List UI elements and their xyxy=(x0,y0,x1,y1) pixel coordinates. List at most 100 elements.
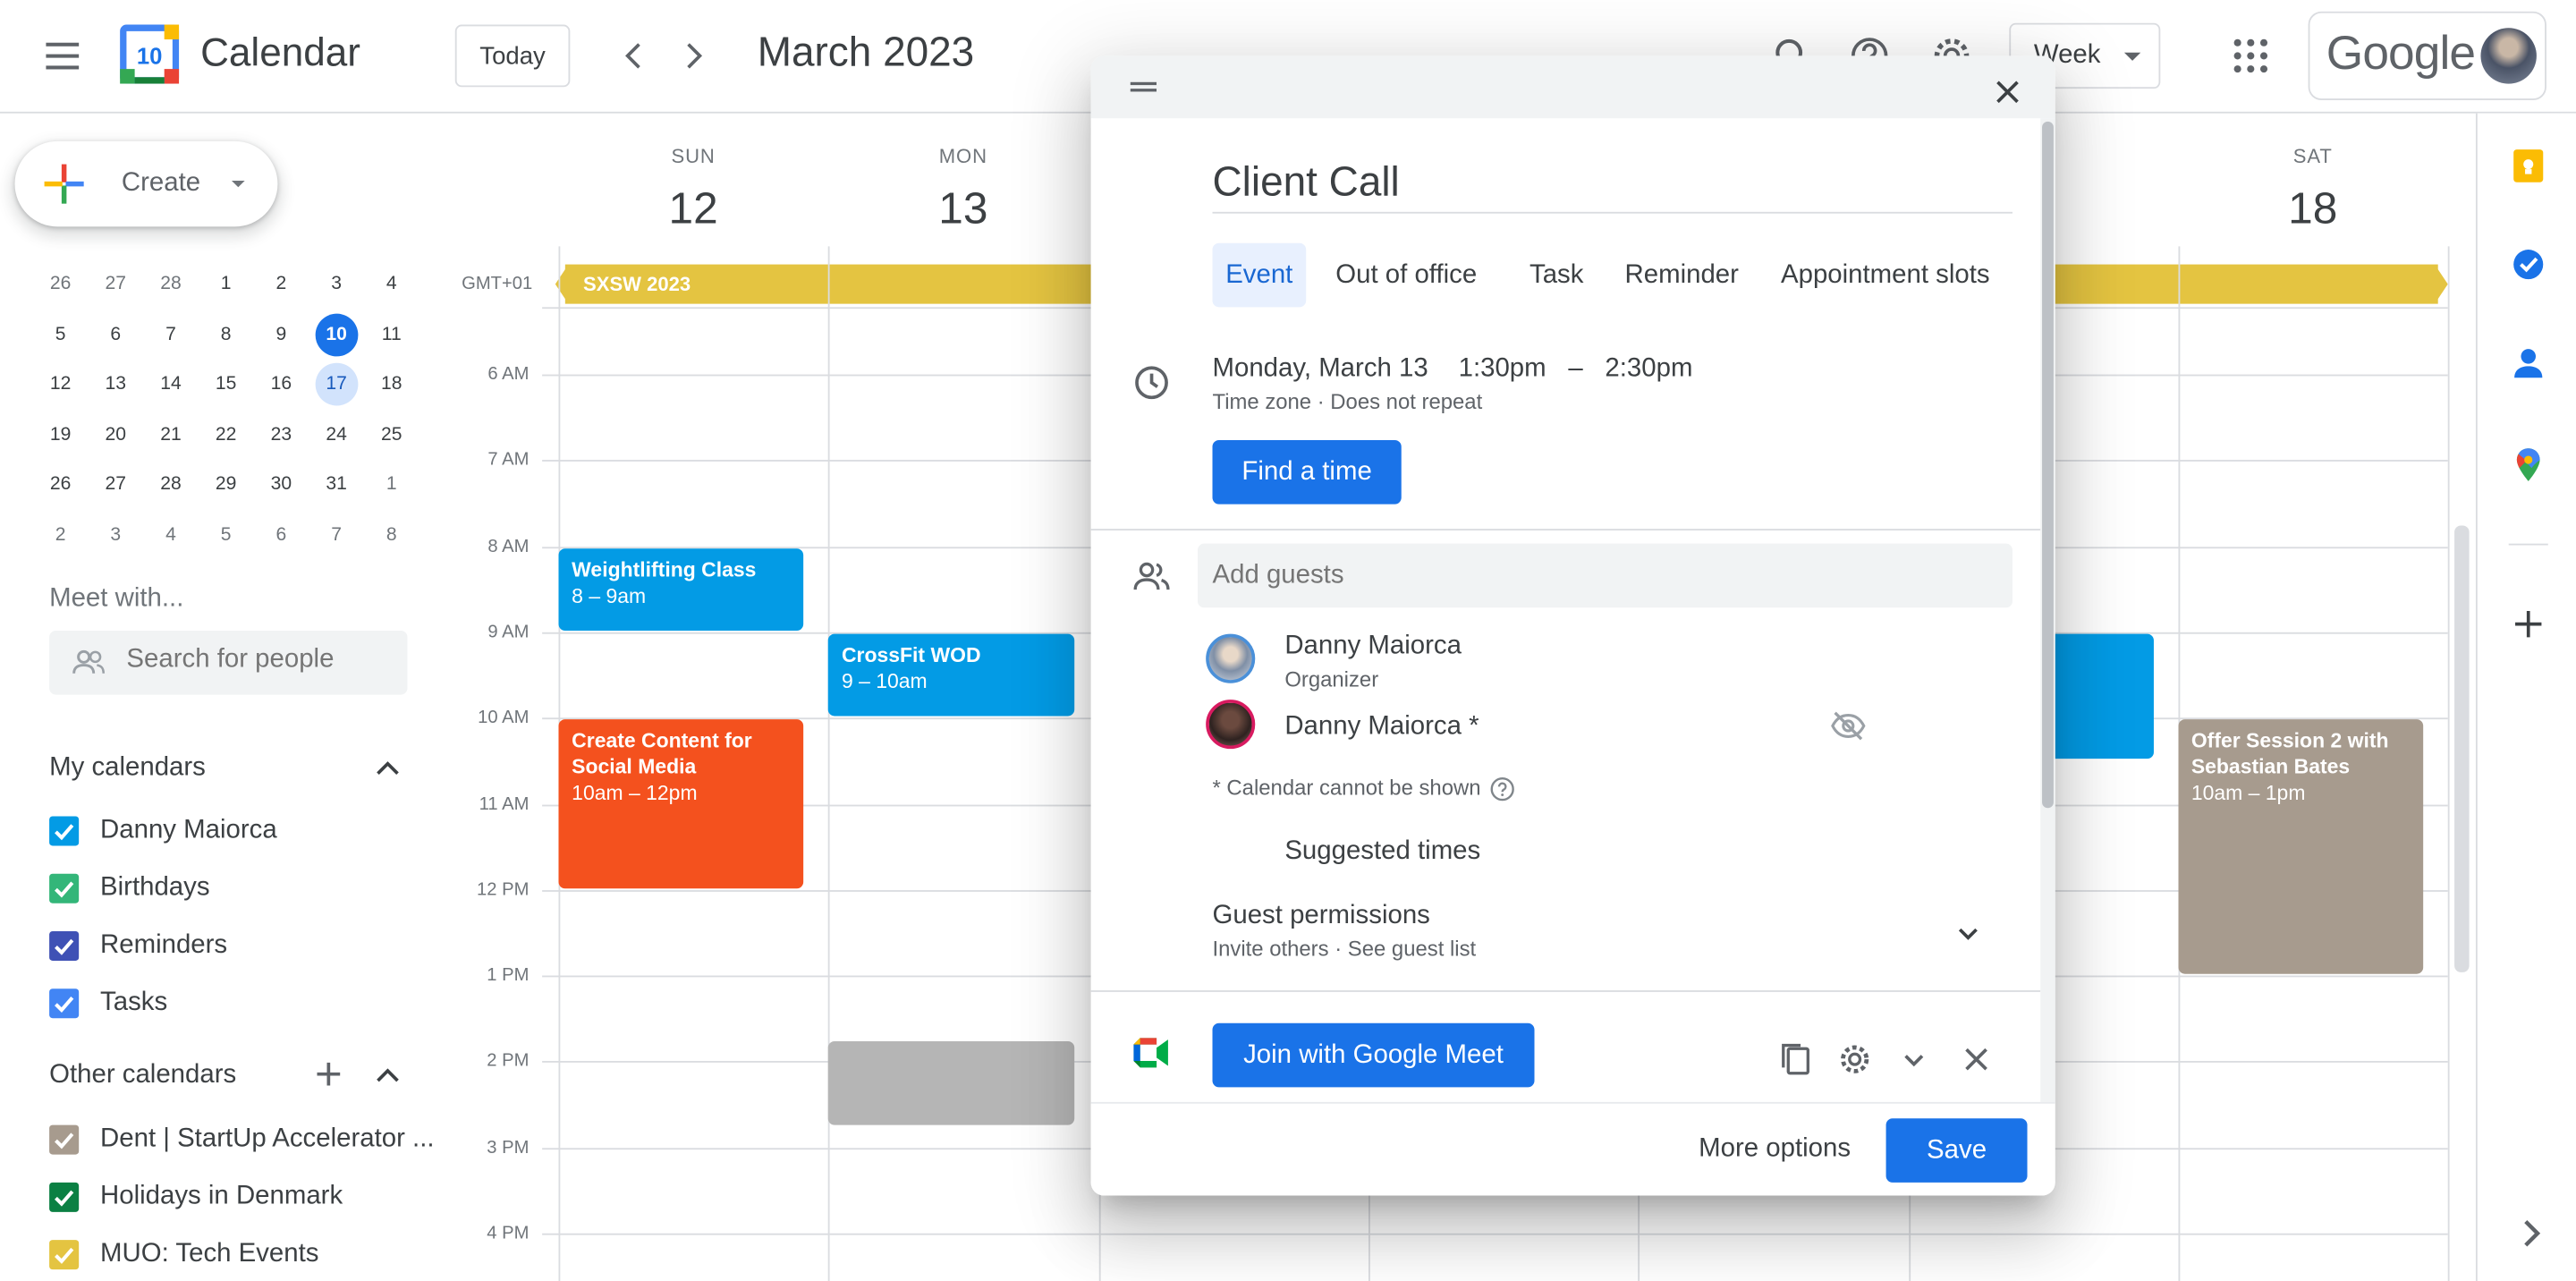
day-number[interactable]: 13 xyxy=(828,184,1097,235)
calendar-logo-icon[interactable]: 10 xyxy=(120,24,180,84)
minical-day[interactable]: 5 xyxy=(199,513,254,556)
day-number[interactable]: 12 xyxy=(558,184,827,235)
grid-scrollbar[interactable] xyxy=(2454,525,2470,972)
contacts-icon[interactable] xyxy=(2509,344,2548,383)
tab-event-type[interactable]: Task xyxy=(1516,243,1597,308)
tab-event-type[interactable]: Out of office xyxy=(1323,243,1490,308)
day-header[interactable]: SUN 12 xyxy=(558,141,827,235)
minical-day[interactable]: 3 xyxy=(88,513,143,556)
minical-day[interactable]: 6 xyxy=(88,313,143,356)
minical-day[interactable]: 14 xyxy=(143,363,199,406)
minical-day[interactable]: 1 xyxy=(199,263,254,306)
minical-day[interactable]: 1 xyxy=(364,463,419,506)
minical-day[interactable]: 4 xyxy=(143,513,199,556)
calendar-item[interactable]: Dent | StartUp Accelerator ... xyxy=(49,1122,435,1158)
minical-day[interactable]: 9 xyxy=(254,313,309,356)
other-calendars-title[interactable]: Other calendars xyxy=(49,1061,236,1090)
previous-week-icon[interactable] xyxy=(614,36,654,75)
minical-day[interactable]: 26 xyxy=(33,463,89,506)
chevron-down-icon[interactable] xyxy=(1955,920,1981,946)
main-menu-icon[interactable] xyxy=(36,35,91,78)
minical-day[interactable]: 17 xyxy=(309,363,364,406)
calendar-checkbox[interactable] xyxy=(49,930,80,962)
minical-day[interactable]: 18 xyxy=(364,363,419,406)
copy-icon[interactable] xyxy=(1777,1043,1813,1076)
calendar-checkbox[interactable] xyxy=(49,816,80,846)
minical-day[interactable]: 31 xyxy=(309,463,364,506)
minical-day[interactable]: 25 xyxy=(364,413,419,456)
keep-icon[interactable] xyxy=(2509,146,2548,185)
minical-day[interactable]: 8 xyxy=(199,313,254,356)
minical-day[interactable]: 22 xyxy=(199,413,254,456)
calendar-event[interactable]: Weightlifting Class 8 – 9am xyxy=(558,547,804,631)
next-week-icon[interactable] xyxy=(674,36,713,75)
expand-panel-icon[interactable] xyxy=(2512,1214,2551,1253)
chevron-up-icon[interactable] xyxy=(371,752,404,785)
dialog-scrollbar[interactable] xyxy=(2040,118,2055,1104)
calendar-item[interactable]: Danny Maiorca xyxy=(49,813,277,849)
minical-day[interactable]: 11 xyxy=(364,313,419,356)
my-calendars-title[interactable]: My calendars xyxy=(49,754,206,784)
event-date[interactable]: Monday, March 13 xyxy=(1213,355,1428,383)
tab-event-type[interactable]: Event xyxy=(1212,242,1307,308)
minical-day[interactable]: 27 xyxy=(88,263,143,306)
minical-day[interactable]: 23 xyxy=(254,413,309,456)
save-button[interactable]: Save xyxy=(1885,1118,2028,1183)
minical-day[interactable]: 20 xyxy=(88,413,143,456)
calendar-item[interactable]: Tasks xyxy=(49,986,167,1022)
account-switcher[interactable]: Google xyxy=(2308,11,2546,100)
add-addon-icon[interactable] xyxy=(2509,605,2548,644)
minical-day[interactable]: 13 xyxy=(88,363,143,406)
calendar-checkbox[interactable] xyxy=(49,1182,80,1212)
event-title-input[interactable] xyxy=(1212,154,2012,214)
minical-day[interactable]: 26 xyxy=(33,263,89,306)
minical-day[interactable]: 7 xyxy=(143,313,199,356)
minical-day[interactable]: 2 xyxy=(254,263,309,306)
create-button[interactable]: Create xyxy=(14,140,278,227)
close-icon[interactable] xyxy=(1991,75,2024,108)
add-calendar-icon[interactable] xyxy=(312,1057,345,1090)
minical-day[interactable]: 3 xyxy=(309,263,364,306)
dialog-scroll-thumb[interactable] xyxy=(2042,121,2054,809)
calendar-event[interactable] xyxy=(828,1041,1074,1124)
user-avatar[interactable] xyxy=(2480,28,2537,84)
calendar-event[interactable]: CrossFit WOD 9 – 10am xyxy=(828,633,1074,717)
minical-day[interactable]: 5 xyxy=(33,313,89,356)
people-search-input[interactable] xyxy=(126,645,398,675)
add-guests-input[interactable] xyxy=(1197,543,2012,608)
minical-day[interactable]: 16 xyxy=(254,363,309,406)
calendar-event[interactable]: Offer Session 2 with Sebastian Bates 10am… xyxy=(2178,719,2424,974)
calendar-item[interactable]: Reminders xyxy=(49,928,227,963)
day-header[interactable]: MON 13 xyxy=(828,141,1097,235)
google-apps-icon[interactable] xyxy=(2231,36,2270,75)
suggested-times-link[interactable]: Suggested times xyxy=(1284,837,1480,867)
calendar-item[interactable]: MUO: Tech Events xyxy=(49,1236,318,1272)
calendar-event[interactable]: Create Content for Social Media 10am – 12… xyxy=(558,719,804,888)
help-icon[interactable] xyxy=(1490,776,1515,802)
tab-event-type[interactable]: Reminder xyxy=(1612,243,1752,308)
calendar-item[interactable]: Holidays in Denmark xyxy=(49,1179,343,1215)
today-button[interactable]: Today xyxy=(454,24,571,88)
meeting-settings-gear-icon[interactable] xyxy=(1836,1043,1872,1076)
tasks-icon[interactable] xyxy=(2509,245,2548,284)
minical-day[interactable]: 27 xyxy=(88,463,143,506)
minical-day[interactable]: 2 xyxy=(33,513,89,556)
minical-day[interactable]: 24 xyxy=(309,413,364,456)
guest-permissions-title[interactable]: Guest permissions xyxy=(1213,902,1430,931)
remove-meet-icon[interactable] xyxy=(1958,1043,1994,1076)
minical-day[interactable]: 7 xyxy=(309,513,364,556)
event-start-time[interactable]: 1:30pm xyxy=(1459,355,1546,383)
minical-day[interactable]: 29 xyxy=(199,463,254,506)
drag-handle-icon[interactable] xyxy=(1130,79,1157,95)
minical-day[interactable]: 4 xyxy=(364,263,419,306)
minical-day[interactable]: 8 xyxy=(364,513,419,556)
chevron-down-icon[interactable] xyxy=(1896,1043,1932,1076)
calendar-checkbox[interactable] xyxy=(49,873,80,903)
dialog-drag-bar[interactable] xyxy=(1090,55,2055,119)
calendar-checkbox[interactable] xyxy=(49,1124,80,1155)
more-options-button[interactable]: More options xyxy=(1699,1135,1851,1165)
find-a-time-button[interactable]: Find a time xyxy=(1212,440,1402,505)
minical-today[interactable]: 10 xyxy=(309,313,364,356)
timezone-repeat[interactable]: Time zone · Does not repeat xyxy=(1213,389,1483,414)
minical-day[interactable]: 28 xyxy=(143,463,199,506)
